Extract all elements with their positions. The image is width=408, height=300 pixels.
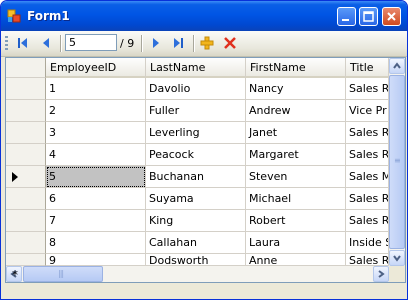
- chevron-down-icon: [393, 255, 401, 262]
- scrollbar-corner: [389, 266, 405, 282]
- table-cell[interactable]: 3: [46, 122, 146, 144]
- table-cell[interactable]: Peacock: [146, 144, 246, 166]
- binding-navigator: 5 / 9: [1, 31, 407, 57]
- table-cell[interactable]: 8: [46, 232, 146, 254]
- table-cell[interactable]: Michael: [246, 188, 346, 210]
- table-cell[interactable]: Andrew: [246, 100, 346, 122]
- table-cell[interactable]: Janet: [246, 122, 346, 144]
- table-cell[interactable]: 7: [46, 210, 146, 232]
- toolbar-separator: [141, 35, 143, 52]
- app-icon: [7, 9, 21, 23]
- horizontal-scroll-thumb[interactable]: |||: [23, 266, 103, 282]
- column-header-lastname[interactable]: LastName: [146, 58, 246, 78]
- row-header[interactable]: [6, 254, 46, 266]
- title-bar[interactable]: Form1: [1, 1, 407, 31]
- position-input[interactable]: 5: [65, 34, 117, 51]
- row-header[interactable]: [6, 122, 46, 144]
- scroll-down-button[interactable]: [389, 250, 405, 266]
- table-cell[interactable]: 1: [46, 78, 146, 100]
- vertical-scroll-thumb[interactable]: ≡: [389, 75, 405, 249]
- toolbar-grip[interactable]: [5, 36, 8, 51]
- table-cell[interactable]: Sales R: [346, 210, 389, 232]
- table-cell[interactable]: Anne: [246, 254, 346, 266]
- table-cell[interactable]: Nancy: [246, 78, 346, 100]
- close-icon: [387, 12, 396, 21]
- table-cell[interactable]: Sales R: [346, 122, 389, 144]
- table-cell[interactable]: Leverling: [146, 122, 246, 144]
- table-cell[interactable]: Fuller: [146, 100, 246, 122]
- chevron-up-icon: [393, 62, 401, 69]
- delete-icon[interactable]: [222, 35, 238, 51]
- horizontal-scrollbar[interactable]: |||: [6, 266, 389, 282]
- table-cell[interactable]: Inside S: [346, 232, 389, 254]
- minimize-button[interactable]: [337, 7, 356, 26]
- scroll-right-button[interactable]: [373, 266, 389, 282]
- row-header[interactable]: [6, 144, 46, 166]
- move-next-icon[interactable]: [147, 35, 163, 51]
- current-row-arrow-icon: [12, 172, 18, 182]
- table-cell[interactable]: 6: [46, 188, 146, 210]
- table-cell[interactable]: King: [146, 210, 246, 232]
- scroll-up-button[interactable]: [389, 58, 405, 74]
- table-cell[interactable]: Sales R: [346, 188, 389, 210]
- table-cell[interactable]: Davolio: [146, 78, 246, 100]
- column-header-title[interactable]: Title: [346, 58, 389, 78]
- table-cell[interactable]: Sales M: [346, 166, 389, 188]
- row-header[interactable]: [6, 210, 46, 232]
- form1-window: Form1 5 / 9 EmployeeID LastName FirstNam…: [0, 0, 408, 300]
- row-header[interactable]: [6, 100, 46, 122]
- move-previous-icon[interactable]: [39, 35, 55, 51]
- move-first-icon[interactable]: [15, 35, 31, 51]
- table-cell[interactable]: Sales R: [346, 144, 389, 166]
- thumb-grip-icon: ≡: [394, 156, 401, 165]
- add-new-icon[interactable]: [199, 35, 215, 51]
- row-header[interactable]: [6, 78, 46, 100]
- table-cell[interactable]: 2: [46, 100, 146, 122]
- table-cell[interactable]: Robert: [246, 210, 346, 232]
- table-cell[interactable]: 4: [46, 144, 146, 166]
- maximize-icon: [363, 11, 374, 22]
- table-cell[interactable]: Buchanan: [146, 166, 246, 188]
- new-row-star-icon: *: [12, 268, 18, 282]
- count-label: / 9: [120, 37, 135, 50]
- table-cell[interactable]: Sales R: [346, 78, 389, 100]
- maximize-button[interactable]: [359, 7, 378, 26]
- table-cell[interactable]: Laura: [246, 232, 346, 254]
- table-cell[interactable]: Sales R: [346, 254, 389, 266]
- move-last-icon[interactable]: [170, 35, 186, 51]
- thumb-grip-icon: |||: [58, 269, 64, 278]
- close-button[interactable]: [382, 7, 401, 26]
- table-cell[interactable]: Dodsworth: [146, 254, 246, 266]
- vertical-scrollbar[interactable]: ≡: [389, 58, 405, 266]
- table-cell[interactable]: Suyama: [146, 188, 246, 210]
- column-header-firstname[interactable]: FirstName: [246, 58, 346, 78]
- table-cell[interactable]: 9: [46, 254, 146, 266]
- table-cell[interactable]: Callahan: [146, 232, 246, 254]
- minimize-icon: [342, 19, 349, 21]
- row-header-current[interactable]: [6, 166, 46, 188]
- toolbar-separator: [60, 35, 62, 52]
- row-header[interactable]: [6, 232, 46, 254]
- window-title: Form1: [27, 9, 70, 23]
- column-header-employeeid[interactable]: EmployeeID: [46, 58, 146, 78]
- chevron-right-icon: [378, 270, 385, 278]
- table-cell[interactable]: Vice Pr: [346, 100, 389, 122]
- table-cell-selected[interactable]: 5: [46, 166, 146, 188]
- top-left-header-cell[interactable]: [6, 58, 46, 78]
- table-cell[interactable]: Margaret: [246, 144, 346, 166]
- data-grid-view[interactable]: EmployeeID LastName FirstName Title 1 Da…: [5, 57, 406, 283]
- table-cell[interactable]: Steven: [246, 166, 346, 188]
- toolbar-separator: [193, 35, 195, 52]
- row-header[interactable]: [6, 188, 46, 210]
